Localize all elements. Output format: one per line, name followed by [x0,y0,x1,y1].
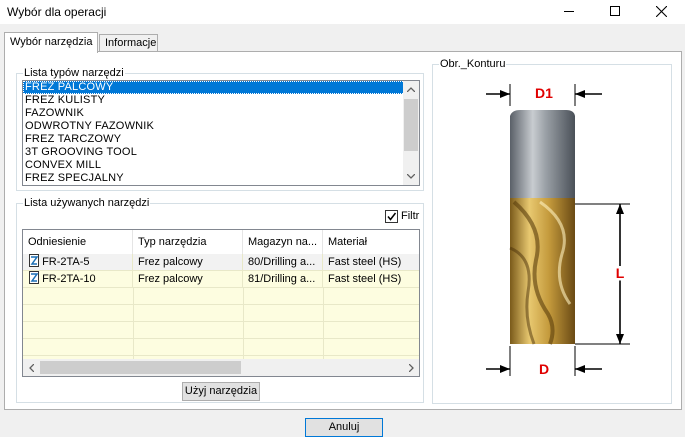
list-item[interactable]: ODWROTNY FAZOWNIK [23,120,405,133]
window-title: Wybór dla operacji [7,5,107,19]
ref-text: FR-2TA-5 [42,256,90,268]
table-row-empty [23,305,419,322]
scroll-left-icon[interactable] [23,359,39,376]
used-tools-legend: Lista używanych narzędzi [23,197,151,209]
tab-information[interactable]: Informacje [99,34,158,52]
scrollbar-thumb[interactable] [404,99,418,151]
material-cell: Fast steel (HS) [328,256,402,268]
column-header[interactable]: Magazyn na... [243,230,323,254]
used-tools-table[interactable]: Odniesienie Typ narzędzia Magazyn na... … [22,229,420,377]
list-item[interactable]: FREZ PALCOWY [23,81,405,94]
table-row-empty [23,322,419,339]
magazine-cell: 81/Drilling a... [243,271,323,288]
scroll-down-icon[interactable] [403,168,419,185]
type-cell: Frez palcowy [133,254,243,271]
minimize-button[interactable] [546,0,592,22]
tab-tool-selection[interactable]: Wybór narzędzia [4,32,98,53]
column-header[interactable]: Odniesienie [23,230,133,254]
tab-label: Wybór narzędzia [10,36,93,48]
material-cell: Fast steel (HS) [328,273,402,285]
ref-text: FR-2TA-10 [42,273,96,285]
dimension-l-label: L [616,265,625,281]
ref-cell: FR-2TA-5 [23,254,133,271]
horizontal-scrollbar[interactable] [23,359,419,376]
ref-cell: FR-2TA-10 [23,271,133,288]
column-header[interactable]: Typ narzędzia [133,230,243,254]
list-item[interactable]: FREZ SPECJALNY [23,172,405,185]
tool-icon [29,271,39,284]
vertical-scrollbar[interactable] [403,81,419,185]
minimize-icon [564,11,574,12]
table-row-empty [23,288,419,305]
list-item[interactable]: FREZ KULISTY [23,94,405,107]
dimension-d1-label: D1 [535,85,553,101]
scroll-up-icon[interactable] [403,81,419,98]
list-item[interactable]: FAZOWNIK [23,107,405,120]
tool-types-legend: Lista typów narzędzi [23,67,125,79]
type-cell: Frez palcowy [133,271,243,288]
cancel-button[interactable]: Anuluj [305,418,383,437]
filter-label: Filtr [401,210,420,222]
close-icon [655,5,667,17]
filter-checkbox[interactable] [385,210,398,223]
table-header: Odniesienie Typ narzędzia Magazyn na... … [23,230,419,254]
list-item[interactable]: CONVEX MILL [23,159,405,172]
contour-legend: Obr._Konturu [439,58,507,70]
dimension-d-label: D [539,361,549,377]
magazine-cell: 80/Drilling a... [243,254,323,271]
title-bar: Wybór dla operacji [0,0,685,24]
use-tool-button[interactable]: Użyj narzędzia [182,382,260,401]
list-item[interactable]: 3T GROOVING TOOL [23,146,405,159]
tool-types-listbox[interactable]: FREZ PALCOWY FREZ KULISTY FAZOWNIK ODWRO… [22,80,420,186]
dialog-window: Wybór dla operacji Wybór narzędzia Infor… [0,0,685,437]
tool-icon [29,254,39,267]
table-row-empty [23,339,419,356]
tool-contour-image: D1 D L [486,84,630,377]
column-header[interactable]: Materiał [323,230,419,254]
list-item[interactable]: FREZ TARCZOWY [23,133,405,146]
close-button[interactable] [638,0,684,22]
table-row[interactable]: FR-2TA-10 Frez palcowy 81/Drilling a... … [23,271,419,288]
maximize-button[interactable] [592,0,638,22]
scroll-right-icon[interactable] [403,359,419,376]
table-row[interactable]: FR-2TA-5 Frez palcowy 80/Drilling a... F… [23,254,419,271]
tab-label: Informacje [105,37,157,49]
maximize-icon [610,6,620,16]
scrollbar-thumb[interactable] [40,361,241,374]
checkmark-icon [387,212,397,221]
